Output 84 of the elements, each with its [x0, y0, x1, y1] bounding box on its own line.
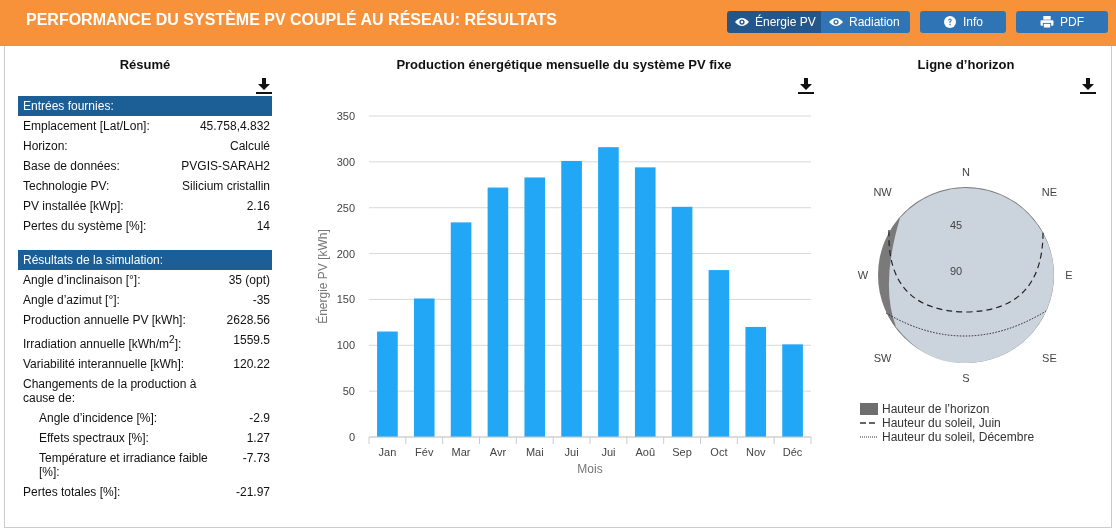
summary-title: Résumé — [118, 57, 172, 72]
row-label: Angle d’inclinaison [°]: — [23, 273, 141, 287]
row-value: 2628.56 — [226, 313, 270, 327]
eye-icon — [735, 16, 749, 28]
x-tick-label: Oct — [710, 446, 728, 458]
row-value: -35 — [252, 293, 270, 307]
y-tick-label: 150 — [336, 293, 355, 306]
row-value: 45.758,4.832 — [199, 119, 270, 133]
section-header: Résultats de la simulation: — [18, 250, 272, 270]
row-label: Emplacement [Lat/Lon]: — [23, 119, 150, 133]
y-axis-title: Énergie PV [kWh] — [316, 229, 330, 324]
x-tick-label: Avr — [489, 446, 507, 458]
row-label: Technologie PV: — [23, 179, 110, 193]
x-tick-label: Mar — [451, 446, 471, 458]
y-tick-label: 200 — [336, 247, 355, 260]
row-value: 14 — [256, 219, 270, 233]
row-value: 2.16 — [246, 199, 270, 213]
x-axis-title: Mois — [577, 462, 603, 476]
eye-icon — [829, 16, 843, 28]
x-tick-label: Jan — [378, 446, 397, 458]
ring-label: 90 — [949, 265, 963, 277]
y-tick-label: 300 — [336, 155, 355, 168]
page-title: PERFORMANCE DU SYSTÈME PV COUPLÉ AU RÉSEAU: RÉSULTATS — [26, 11, 557, 29]
compass-label: NW — [873, 185, 892, 198]
row-label: PV installée [kWp]: — [23, 199, 124, 213]
x-tick-label: Aoû — [635, 446, 656, 458]
section-header: Entrées fournies: — [18, 96, 272, 116]
x-tick-label: Mai — [525, 446, 544, 458]
row-value: Calculé — [229, 139, 270, 153]
row-label: Variabilité interannuelle [kWh]: — [23, 357, 185, 371]
y-tick-label: 50 — [342, 385, 355, 398]
legend-swatch-icon — [860, 403, 878, 415]
ring-label: 45 — [949, 219, 963, 231]
download-icon[interactable] — [1080, 78, 1096, 94]
row-label: Irradiation annuelle [kWh/m$^{2}$]: — [23, 333, 182, 351]
x-tick-label: Sep — [672, 446, 692, 458]
pdf-button[interactable]: PDF — [1016, 11, 1108, 33]
legend-label: Hauteur du soleil, Juin — [882, 416, 1001, 430]
print-icon — [1040, 16, 1054, 28]
y-tick-label: 100 — [336, 339, 355, 352]
row-value: 120.22 — [233, 357, 270, 371]
y-tick-label: 0 — [348, 431, 355, 443]
row-value: PVGIS-SARAH2 — [181, 159, 270, 173]
row-label: Horizon: — [23, 139, 68, 153]
chart-title: Production énergétique mensuelle du système PV fixe — [395, 57, 733, 72]
compass-label: SW — [873, 352, 892, 365]
row-label: Production annuelle PV [kWh]: — [23, 313, 186, 327]
row-value: 1559.5 — [233, 333, 270, 347]
x-tick-label: Fév — [415, 446, 434, 458]
info-button[interactable]: Info — [920, 11, 1006, 33]
legend-label: Hauteur du soleil, Décembre — [882, 430, 1035, 444]
x-tick-label: Déc — [782, 446, 803, 458]
legend-label: Hauteur de l’horizon — [882, 402, 990, 416]
row-label: Base de données: — [23, 159, 120, 173]
compass-label: SE — [1042, 352, 1057, 365]
download-icon[interactable] — [256, 78, 272, 94]
x-tick-label: Nov — [745, 446, 766, 458]
help-icon — [943, 16, 957, 28]
compass-label: E — [1065, 269, 1073, 281]
row-value: 1.27 — [246, 431, 270, 445]
row-value: -2.9 — [249, 411, 270, 425]
row-label: Pertes totales [%]: — [23, 485, 121, 499]
row-value: -7.73 — [242, 451, 270, 465]
row-value: 35 (opt) — [228, 273, 270, 287]
row-label: Pertes du système [%]: — [23, 219, 147, 233]
y-tick-label: 250 — [336, 201, 355, 214]
horizon-title: Ligne d’horizon — [916, 57, 1016, 72]
compass-label: N — [962, 166, 970, 178]
compass-label: NE — [1041, 185, 1058, 198]
row-label: Changements de la production à cause de: — [23, 377, 198, 405]
row-value: Silicium cristallin — [182, 179, 270, 193]
view-toggle-button[interactable]: Radiation — [821, 11, 910, 33]
x-tick-label: Jui — [601, 446, 616, 458]
view-toggle-button[interactable]: Énergie PV — [727, 11, 821, 33]
x-tick-label: Jui — [564, 446, 579, 458]
row-label: Angle d’azimut [°]: — [23, 293, 120, 307]
compass-label: W — [857, 269, 869, 281]
row-value: -21.97 — [235, 485, 270, 499]
row-label: Angle d’incidence [%]: — [38, 411, 159, 425]
y-tick-label: 350 — [336, 110, 355, 122]
row-label: Température et irradiance faible [%]: — [38, 451, 209, 479]
compass-label: S — [962, 372, 970, 384]
row-label: Effets spectraux [%]: — [38, 431, 150, 445]
download-icon[interactable] — [798, 78, 814, 94]
